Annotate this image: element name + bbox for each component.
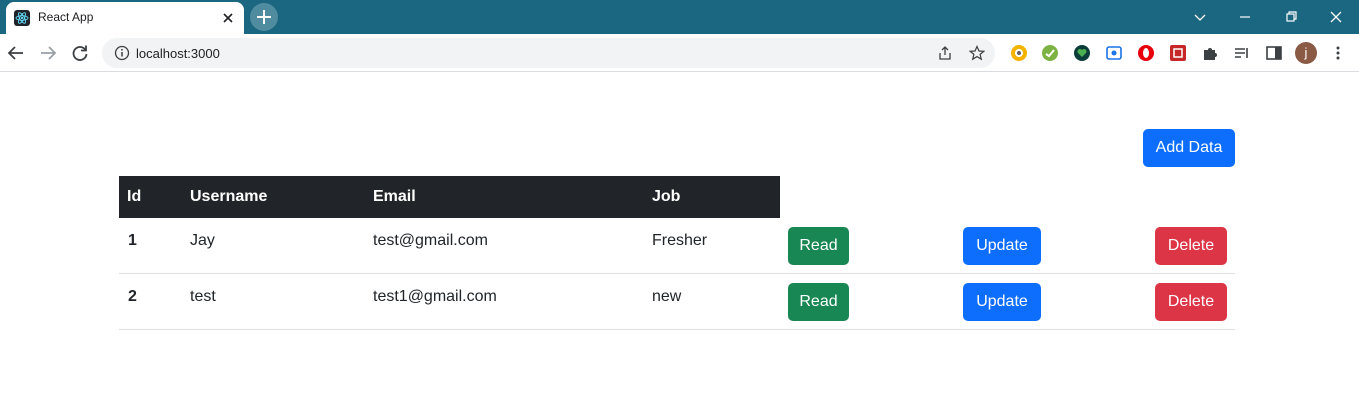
cell-email: test@gmail.com [373,232,488,249]
tab-title: React App [38,10,94,24]
cell-id: 1 [128,232,137,249]
browser-tab[interactable]: React App [6,2,244,34]
cell-username: Jay [190,232,215,249]
reload-icon[interactable] [69,42,91,64]
table-row: 1 Jay test@gmail.com Fresher Read Update… [119,218,1235,274]
extension-screen-icon[interactable] [1105,44,1123,62]
extension-heart-icon[interactable] [1073,44,1091,62]
cell-username: test [190,288,216,305]
kebab-menu-icon[interactable] [1329,44,1347,62]
cell-email: test1@gmail.com [373,288,497,305]
browser-toolbar: localhost:3000 j [0,34,1359,72]
minimize-icon[interactable] [1233,5,1257,29]
app-page: Add Data Id Username Email Job 1 Jay tes… [0,72,1359,419]
back-arrow-icon[interactable] [5,42,27,64]
reading-list-icon[interactable] [1233,44,1251,62]
add-data-button[interactable]: Add Data [1143,129,1235,167]
browser-titlebar: React App [0,0,1359,34]
share-icon[interactable] [937,45,953,61]
header-email: Email [373,188,416,205]
update-button[interactable]: Update [963,283,1041,321]
delete-button[interactable]: Delete [1155,283,1227,321]
tab-close-icon[interactable] [220,10,236,26]
extensions-puzzle-icon[interactable] [1201,44,1219,62]
side-panel-icon[interactable] [1265,44,1283,62]
address-bar[interactable]: localhost:3000 [102,38,995,68]
delete-button[interactable]: Delete [1155,227,1227,265]
url-text: localhost:3000 [136,46,220,61]
read-button[interactable]: Read [788,283,849,321]
new-tab-button[interactable] [250,3,278,31]
cell-id: 2 [128,288,137,305]
cell-job: Fresher [652,232,708,249]
plus-icon [257,10,271,24]
restore-icon[interactable] [1279,5,1303,29]
cell-job: new [652,288,682,305]
extension-opera-icon[interactable] [1137,44,1155,62]
profile-avatar[interactable]: j [1295,42,1317,64]
bookmark-star-icon[interactable] [968,45,986,61]
close-window-icon[interactable] [1324,5,1348,29]
read-button[interactable]: Read [788,227,849,265]
info-icon[interactable] [114,45,130,61]
table-row: 2 test test1@gmail.com new Read Update D… [119,274,1235,330]
react-logo-icon [14,10,30,26]
extension-red-icon[interactable] [1169,44,1187,62]
header-job: Job [652,188,681,205]
extension-yellow-icon[interactable] [1010,44,1028,62]
tab-search-chevron-icon[interactable] [1188,5,1212,29]
header-username: Username [190,188,268,205]
forward-arrow-icon[interactable] [37,42,59,64]
update-button[interactable]: Update [963,227,1041,265]
header-id: Id [127,188,142,205]
table-header: Id Username Email Job [119,176,780,218]
extension-green-icon[interactable] [1041,44,1059,62]
